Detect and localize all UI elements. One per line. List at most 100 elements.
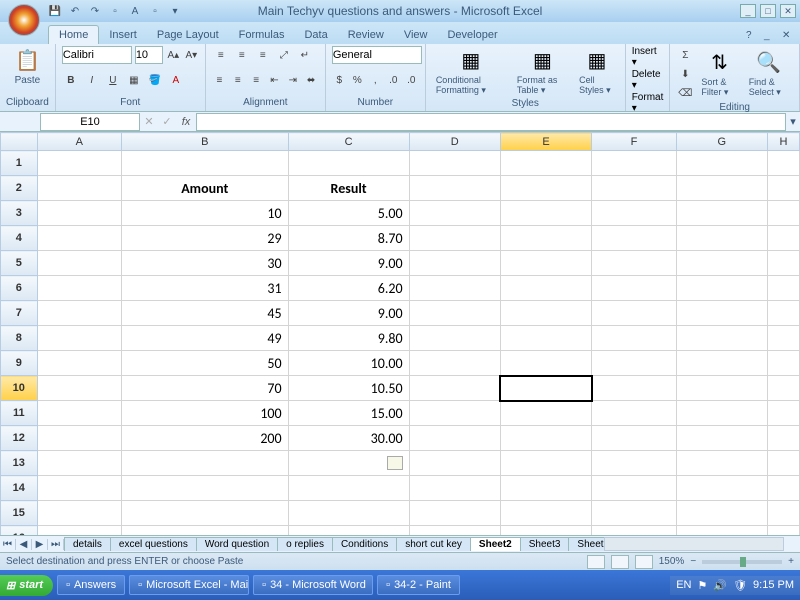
select-all-corner[interactable] [1,133,38,151]
cell-C14[interactable] [288,476,409,501]
cell-E6[interactable] [500,276,591,301]
sheet-tab-details[interactable]: details [64,537,111,551]
sheet-tab-o-replies[interactable]: o replies [277,537,333,551]
zoom-level[interactable]: 150% [659,556,685,567]
name-box[interactable] [40,113,140,131]
align-top-icon[interactable]: ≡ [212,46,230,64]
sheet-tab-sheet2[interactable]: Sheet2 [470,537,521,551]
cell-A5[interactable] [37,251,121,276]
zoom-out-button[interactable]: − [690,556,696,567]
cell-D2[interactable] [409,176,500,201]
increase-decimal-icon[interactable]: .0 [386,72,401,90]
cell-G7[interactable] [676,301,767,326]
cell-E8[interactable] [500,326,591,351]
cell-A10[interactable] [37,376,121,401]
cell-H12[interactable] [767,426,799,451]
shrink-font-icon[interactable]: A▾ [184,46,199,64]
cell-H1[interactable] [767,151,799,176]
row-header-8[interactable]: 8 [1,326,38,351]
cell-G12[interactable] [676,426,767,451]
cell-F15[interactable] [592,501,676,526]
cell-A15[interactable] [37,501,121,526]
cell-D8[interactable] [409,326,500,351]
decrease-indent-icon[interactable]: ⇤ [267,72,282,90]
col-header-G[interactable]: G [676,133,767,151]
align-bottom-icon[interactable]: ≡ [254,46,272,64]
redo-icon[interactable]: ↷ [88,4,102,18]
col-header-B[interactable]: B [121,133,288,151]
cell-G14[interactable] [676,476,767,501]
clock[interactable]: 9:15 PM [753,579,794,591]
clear-icon[interactable]: ⌫ [676,84,694,102]
cell-B8[interactable]: 49 [121,326,288,351]
col-header-E[interactable]: E [500,133,591,151]
cell-A3[interactable] [37,201,121,226]
cell-A12[interactable] [37,426,121,451]
cell-F2[interactable] [592,176,676,201]
cell-E7[interactable] [500,301,591,326]
cell-G13[interactable] [676,451,767,476]
zoom-in-button[interactable]: + [788,556,794,567]
cell-B14[interactable] [121,476,288,501]
row-header-10[interactable]: 10 [1,376,38,401]
cell-B2[interactable]: Amount [121,176,288,201]
cell-G6[interactable] [676,276,767,301]
cell-C10[interactable]: 10.50 [288,376,409,401]
cell-E1[interactable] [500,151,591,176]
cell-B1[interactable] [121,151,288,176]
cell-B7[interactable]: 45 [121,301,288,326]
font-size-select[interactable] [135,46,163,64]
cell-F3[interactable] [592,201,676,226]
cell-B15[interactable] [121,501,288,526]
autosum-icon[interactable]: Σ [676,46,694,64]
font-color-icon[interactable]: A [167,72,185,90]
cell-C11[interactable]: 15.00 [288,401,409,426]
tab-formulas[interactable]: Formulas [229,26,295,44]
cell-C12[interactable]: 30.00 [288,426,409,451]
border-icon[interactable]: ▦ [125,72,143,90]
formula-bar[interactable] [196,113,786,131]
taskbar-item[interactable]: ▫Microsoft Excel - Main... [129,575,249,595]
cell-H15[interactable] [767,501,799,526]
cell-A11[interactable] [37,401,121,426]
cell-H6[interactable] [767,276,799,301]
cell-C16[interactable] [288,526,409,536]
cell-C13[interactable] [288,451,409,476]
cell-A9[interactable] [37,351,121,376]
cell-H16[interactable] [767,526,799,536]
cell-D10[interactable] [409,376,500,401]
number-format-select[interactable] [332,46,422,64]
fill-icon[interactable]: ⬇ [676,65,694,83]
qat-more-icon[interactable]: ▾ [168,4,182,18]
insert-cells-button[interactable]: Insert ▾ [632,46,664,68]
sheet-nav-prev-icon[interactable]: ◀ [16,539,32,550]
qat-icon[interactable]: ▫ [148,4,162,18]
paste-button[interactable]: 📋 Paste [6,46,49,88]
cell-A8[interactable] [37,326,121,351]
taskbar-item[interactable]: ▫34-2 - Paint [377,575,460,595]
tray-icon[interactable]: 🔊 [713,579,727,592]
cell-H3[interactable] [767,201,799,226]
row-header-2[interactable]: 2 [1,176,38,201]
cell-H14[interactable] [767,476,799,501]
cell-G5[interactable] [676,251,767,276]
tab-developer[interactable]: Developer [437,26,507,44]
cell-F10[interactable] [592,376,676,401]
increase-indent-icon[interactable]: ⇥ [285,72,300,90]
cell-C2[interactable]: Result [288,176,409,201]
cancel-formula-icon[interactable]: ✕ [140,115,158,128]
cell-B6[interactable]: 31 [121,276,288,301]
cell-F11[interactable] [592,401,676,426]
cell-G11[interactable] [676,401,767,426]
cell-H10[interactable] [767,376,799,401]
cell-F1[interactable] [592,151,676,176]
minimize-ribbon-icon[interactable]: _ [764,30,778,44]
cell-E11[interactable] [500,401,591,426]
row-header-16[interactable]: 16 [1,526,38,536]
row-header-3[interactable]: 3 [1,201,38,226]
sheet-nav-next-icon[interactable]: ▶ [32,539,48,550]
row-header-4[interactable]: 4 [1,226,38,251]
cell-E10[interactable] [500,376,591,401]
cell-C5[interactable]: 9.00 [288,251,409,276]
percent-icon[interactable]: % [350,72,365,90]
